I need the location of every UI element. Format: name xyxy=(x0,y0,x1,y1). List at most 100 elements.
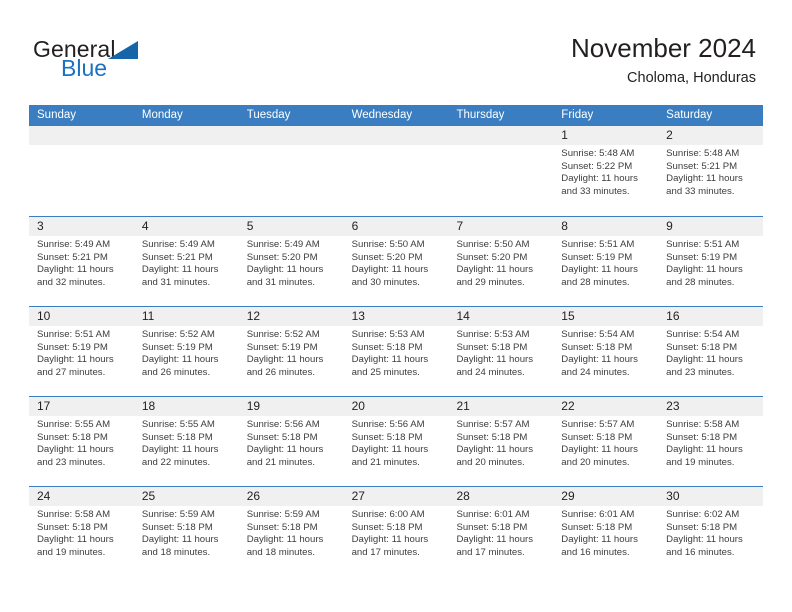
sunset-text: Sunset: 5:18 PM xyxy=(37,521,108,533)
title-block: November 2024 Choloma, Honduras xyxy=(571,32,756,87)
calendar-day-cell[interactable]: 2 Sunrise: 5:48 AM Sunset: 5:21 PM Daylight… xyxy=(658,126,764,216)
day-number: 15 xyxy=(561,309,575,323)
sunset-text: Sunset: 5:18 PM xyxy=(141,521,213,533)
sunset-text: Sunset: 5:19 PM xyxy=(141,341,213,353)
calendar-day-cell[interactable]: 13 Sunrise: 5:53 AM Sunset: 5:18 PM Dayligh… xyxy=(343,307,449,396)
calendar-day-cell[interactable]: 21 Sunrise: 5:57 AM Sunset: 5:18 PM Dayligh… xyxy=(448,397,554,486)
day-details: Sunrise: 5:52 AM Sunset: 5:19 PM Daylight:… xyxy=(239,326,344,379)
calendar-day-cell[interactable]: 23 Sunrise: 5:58 AM Sunset: 5:18 PM Dayligh… xyxy=(658,397,764,486)
daylight-text: Daylight: 11 hours and 24 minutes. xyxy=(456,354,534,378)
calendar-day-cell[interactable]: 9 Sunrise: 5:51 AM Sunset: 5:19 PM Daylight… xyxy=(658,217,764,306)
logo-text-blue: Blue xyxy=(61,55,108,81)
calendar-day-cell-empty xyxy=(238,126,344,216)
calendar-day-cell[interactable]: 29 Sunrise: 6:01 AM Sunset: 5:18 PM Dayligh… xyxy=(553,487,659,576)
calendar-day-cell-empty xyxy=(343,126,449,216)
calendar-day-cell[interactable]: 22 Sunrise: 5:57 AM Sunset: 5:18 PM Dayligh… xyxy=(553,397,659,486)
sunset-text: Sunset: 5:19 PM xyxy=(37,341,108,353)
calendar-day-cell[interactable]: 11 Sunrise: 5:52 AM Sunset: 5:19 PM Dayligh… xyxy=(133,307,239,396)
day-details: Sunrise: 5:54 AM Sunset: 5:18 PM Daylight:… xyxy=(658,326,763,379)
day-number-bar: 1 xyxy=(553,126,659,145)
sunrise-text: Sunrise: 5:53 AM xyxy=(351,329,425,340)
day-details: Sunrise: 5:52 AM Sunset: 5:19 PM Daylight:… xyxy=(134,326,239,379)
calendar-day-cell[interactable]: 5 Sunrise: 5:49 AM Sunset: 5:20 PM Daylight… xyxy=(238,217,344,306)
calendar-day-cell-empty xyxy=(29,126,134,216)
sunrise-text: Sunrise: 6:02 AM xyxy=(666,509,740,520)
sunset-text: Sunset: 5:21 PM xyxy=(141,251,213,263)
sunrise-text: Sunrise: 5:58 AM xyxy=(666,419,740,430)
calendar-day-cell[interactable]: 3 Sunrise: 5:49 AM Sunset: 5:21 PM Daylight… xyxy=(29,217,134,306)
calendar-day-cell[interactable]: 19 Sunrise: 5:56 AM Sunset: 5:18 PM Dayligh… xyxy=(238,397,344,486)
day-number-bar: 14 xyxy=(448,307,554,326)
calendar-day-cell[interactable]: 28 Sunrise: 6:01 AM Sunset: 5:18 PM Dayligh… xyxy=(448,487,554,576)
calendar-day-cell[interactable]: 12 Sunrise: 5:52 AM Sunset: 5:19 PM Dayligh… xyxy=(238,307,344,396)
sunrise-text: Sunrise: 5:50 AM xyxy=(351,239,425,250)
daylight-text: Daylight: 11 hours and 19 minutes. xyxy=(666,444,743,468)
day-details: Sunrise: 5:53 AM Sunset: 5:18 PM Daylight:… xyxy=(448,326,553,379)
calendar-day-cell[interactable]: 16 Sunrise: 5:54 AM Sunset: 5:18 PM Dayligh… xyxy=(658,307,764,396)
calendar-day-cell[interactable]: 7 Sunrise: 5:50 AM Sunset: 5:20 PM Daylight… xyxy=(448,217,554,306)
sunset-text: Sunset: 5:18 PM xyxy=(351,431,423,443)
day-details: Sunrise: 6:01 AM Sunset: 5:18 PM Daylight:… xyxy=(553,506,658,559)
calendar-day-cell[interactable]: 14 Sunrise: 5:53 AM Sunset: 5:18 PM Dayligh… xyxy=(448,307,554,396)
calendar-day-cell[interactable]: 26 Sunrise: 5:59 AM Sunset: 5:18 PM Dayligh… xyxy=(238,487,344,576)
weekday-header-monday: Monday xyxy=(141,109,183,121)
calendar-day-cell[interactable]: 27 Sunrise: 6:00 AM Sunset: 5:18 PM Dayligh… xyxy=(343,487,449,576)
day-number-bar: 8 xyxy=(553,217,659,236)
sunrise-text: Sunrise: 5:50 AM xyxy=(456,239,530,250)
day-details: Sunrise: 5:50 AM Sunset: 5:20 PM Daylight:… xyxy=(448,236,553,289)
calendar-day-cell[interactable]: 10 Sunrise: 5:51 AM Sunset: 5:19 PM Dayligh… xyxy=(29,307,134,396)
day-number-bar xyxy=(133,126,239,145)
sunset-text: Sunset: 5:20 PM xyxy=(351,251,423,263)
calendar-day-cell[interactable]: 30 Sunrise: 6:02 AM Sunset: 5:18 PM Dayligh… xyxy=(658,487,764,576)
day-number: 12 xyxy=(246,309,261,323)
calendar-day-cell[interactable]: 20 Sunrise: 5:56 AM Sunset: 5:18 PM Dayligh… xyxy=(343,397,449,486)
weekday-header-tuesday: Tuesday xyxy=(246,109,291,121)
daylight-text: Daylight: 11 hours and 16 minutes. xyxy=(666,534,743,558)
sunset-text: Sunset: 5:21 PM xyxy=(37,251,108,263)
general-blue-logo[interactable]: General Blue xyxy=(33,36,233,86)
daylight-text: Daylight: 11 hours and 20 minutes. xyxy=(456,444,534,468)
sunset-text: Sunset: 5:21 PM xyxy=(666,160,738,172)
calendar-day-cell[interactable]: 18 Sunrise: 5:55 AM Sunset: 5:18 PM Dayligh… xyxy=(133,397,239,486)
sunset-text: Sunset: 5:18 PM xyxy=(456,341,528,353)
day-number: 27 xyxy=(351,489,365,503)
day-number-bar: 18 xyxy=(133,397,239,416)
calendar-day-cell[interactable]: 17 Sunrise: 5:55 AM Sunset: 5:18 PM Dayligh… xyxy=(29,397,134,486)
calendar-day-cell[interactable]: 24 Sunrise: 5:58 AM Sunset: 5:18 PM Dayligh… xyxy=(29,487,134,576)
sunset-text: Sunset: 5:18 PM xyxy=(666,431,738,443)
calendar-day-cell[interactable]: 15 Sunrise: 5:54 AM Sunset: 5:18 PM Dayligh… xyxy=(553,307,659,396)
day-details: Sunrise: 5:58 AM Sunset: 5:18 PM Daylight:… xyxy=(658,416,763,469)
day-details: Sunrise: 5:48 AM Sunset: 5:21 PM Daylight:… xyxy=(658,145,763,198)
day-number-bar: 28 xyxy=(448,487,554,506)
day-details: Sunrise: 5:49 AM Sunset: 5:21 PM Daylight:… xyxy=(134,236,239,289)
day-number-bar: 7 xyxy=(448,217,554,236)
sunset-text: Sunset: 5:18 PM xyxy=(456,431,528,443)
day-number: 21 xyxy=(456,399,470,413)
calendar-day-cell[interactable]: 4 Sunrise: 5:49 AM Sunset: 5:21 PM Daylight… xyxy=(133,217,239,306)
calendar-day-cell[interactable]: 6 Sunrise: 5:50 AM Sunset: 5:20 PM Daylight… xyxy=(343,217,449,306)
sunrise-text: Sunrise: 5:48 AM xyxy=(666,148,740,159)
day-number: 18 xyxy=(141,399,156,413)
page-header: General Blue November 2024 Choloma, Hond… xyxy=(0,0,792,104)
sunrise-text: Sunrise: 5:54 AM xyxy=(666,329,740,340)
day-number: 1 xyxy=(561,128,568,142)
day-details: Sunrise: 6:01 AM Sunset: 5:18 PM Daylight:… xyxy=(448,506,553,559)
day-number-bar: 13 xyxy=(343,307,449,326)
day-number-bar: 15 xyxy=(553,307,659,326)
day-number-bar: 20 xyxy=(343,397,449,416)
sunset-text: Sunset: 5:22 PM xyxy=(561,160,633,172)
calendar-week-row: 1 Sunrise: 5:48 AM Sunset: 5:22 PM Daylight… xyxy=(29,126,764,216)
logo-triangle-icon xyxy=(108,41,138,59)
calendar-day-cell[interactable]: 1 Sunrise: 5:48 AM Sunset: 5:22 PM Daylight… xyxy=(553,126,659,216)
sunrise-text: Sunrise: 5:49 AM xyxy=(141,239,215,250)
weekday-header-saturday: Saturday xyxy=(666,109,713,121)
day-number: 29 xyxy=(561,489,575,503)
calendar-day-cell[interactable]: 25 Sunrise: 5:59 AM Sunset: 5:18 PM Dayligh… xyxy=(133,487,239,576)
day-number: 23 xyxy=(666,399,680,413)
calendar-day-cell[interactable]: 8 Sunrise: 5:51 AM Sunset: 5:19 PM Daylight… xyxy=(553,217,659,306)
day-details: Sunrise: 6:02 AM Sunset: 5:18 PM Daylight:… xyxy=(658,506,763,559)
day-number-bar: 12 xyxy=(238,307,344,326)
daylight-text: Daylight: 11 hours and 17 minutes. xyxy=(351,534,429,558)
calendar-week-row: 24 Sunrise: 5:58 AM Sunset: 5:18 PM Dayligh… xyxy=(29,486,764,576)
day-number: 22 xyxy=(561,399,575,413)
